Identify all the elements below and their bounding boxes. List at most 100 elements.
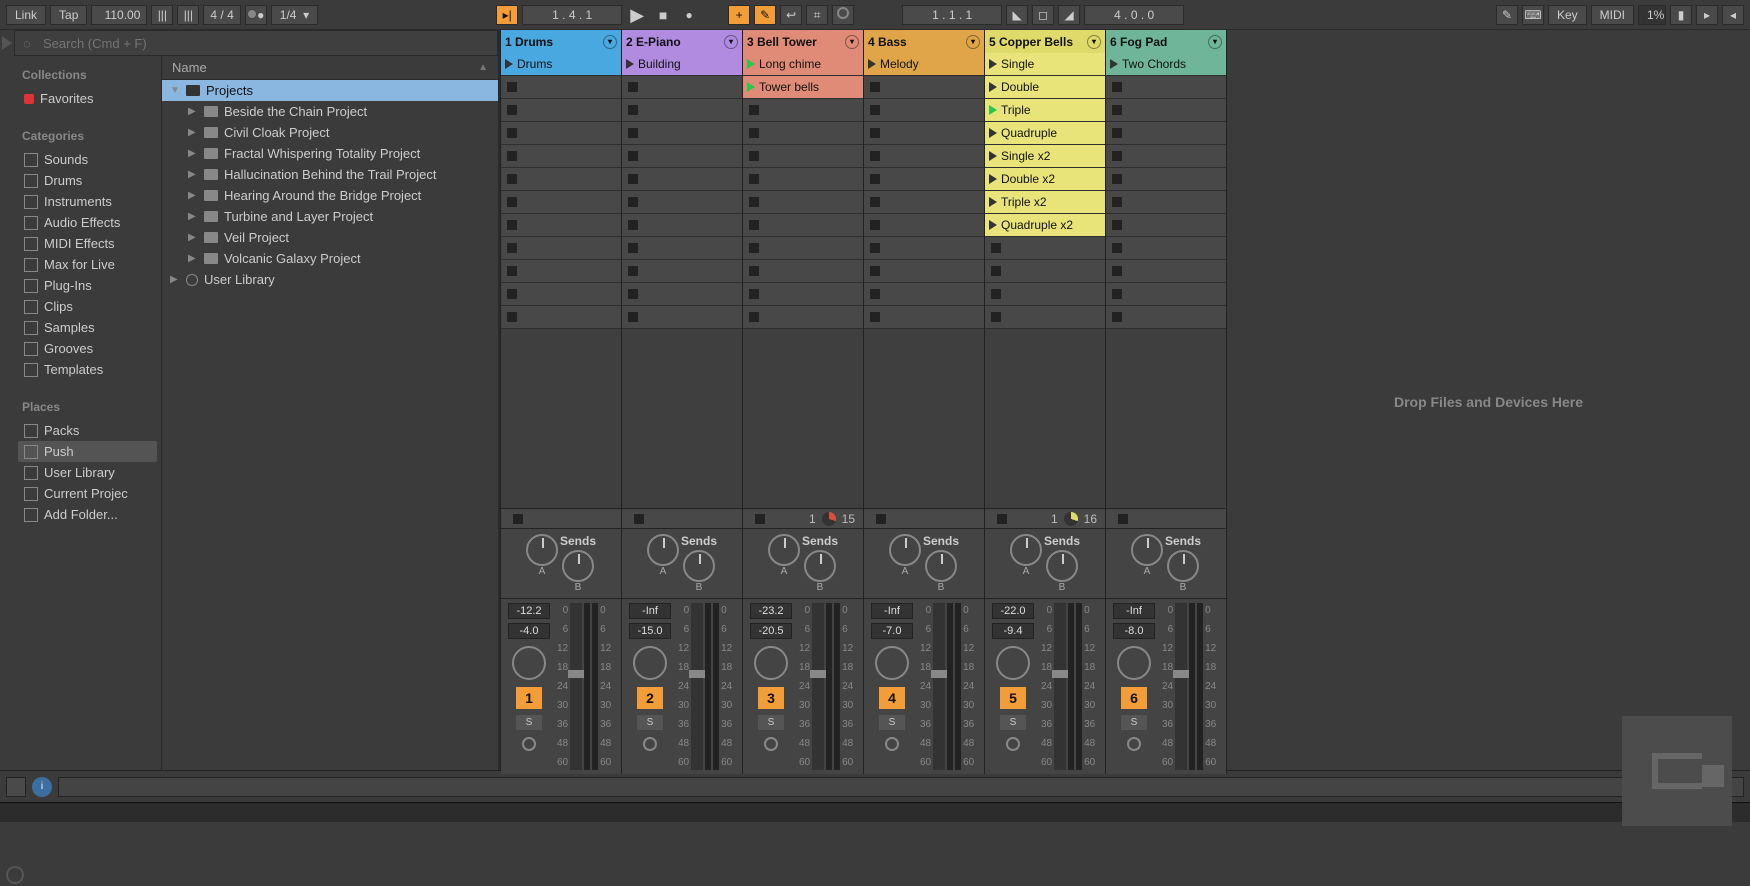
slot-stop-button[interactable] <box>1112 289 1122 299</box>
place-push[interactable]: Push <box>18 441 157 462</box>
track-header[interactable]: 3 Bell Tower▾ <box>743 30 864 53</box>
slot-stop-button[interactable] <box>507 197 517 207</box>
empty-clip-slot[interactable] <box>864 214 984 237</box>
arrangement-position[interactable]: 1 . 4 . 1 <box>522 5 622 25</box>
clip-play-button[interactable] <box>989 174 997 184</box>
volume-value[interactable]: -8.0 <box>1113 623 1155 639</box>
show-hide-browser-button[interactable] <box>6 777 26 797</box>
slot-stop-button[interactable] <box>749 151 759 161</box>
slot-stop-button[interactable] <box>749 312 759 322</box>
place-add-folder-[interactable]: Add Folder... <box>18 504 157 525</box>
empty-clip-slot[interactable] <box>501 283 621 306</box>
clip[interactable]: Drums <box>501 53 621 76</box>
track-menu-button[interactable]: ▾ <box>1208 35 1222 49</box>
pan-knob[interactable] <box>633 646 667 680</box>
empty-clip-slot[interactable] <box>622 145 742 168</box>
category-midi-effects[interactable]: MIDI Effects <box>18 233 157 254</box>
empty-clip-slot[interactable] <box>501 191 621 214</box>
track-activator-button[interactable]: 1 <box>516 687 542 709</box>
track-header[interactable]: 1 Drums▾ <box>501 30 622 53</box>
play-button[interactable]: ▶ <box>626 5 648 25</box>
send-b-knob[interactable] <box>925 550 957 582</box>
slot-stop-button[interactable] <box>628 105 638 115</box>
empty-clip-slot[interactable] <box>1106 260 1226 283</box>
project-folder[interactable]: ▶Beside the Chain Project <box>162 101 498 122</box>
punch-out-button[interactable]: ◢ <box>1058 5 1080 25</box>
clip[interactable]: Tower bells <box>743 76 863 99</box>
clip[interactable]: Quadruple <box>985 122 1105 145</box>
slot-stop-button[interactable] <box>507 289 517 299</box>
slot-stop-button[interactable] <box>1112 312 1122 322</box>
solo-button[interactable]: S <box>879 715 905 730</box>
clip-play-button[interactable] <box>989 197 997 207</box>
slot-stop-button[interactable] <box>1112 266 1122 276</box>
volume-value[interactable]: -15.0 <box>629 623 671 639</box>
place-current-projec[interactable]: Current Projec <box>18 483 157 504</box>
track-header[interactable]: 5 Copper Bells▾ <box>985 30 1106 53</box>
follow-button[interactable]: ▸| <box>496 5 518 25</box>
send-a-knob[interactable] <box>647 534 679 566</box>
empty-clip-slot[interactable] <box>622 191 742 214</box>
empty-clip-slot[interactable] <box>864 122 984 145</box>
empty-clip-slot[interactable] <box>985 283 1105 306</box>
arm-button[interactable] <box>764 737 778 751</box>
empty-clip-slot[interactable] <box>743 260 863 283</box>
track-header[interactable]: 2 E-Piano▾ <box>622 30 743 53</box>
empty-clip-slot[interactable] <box>864 306 984 329</box>
empty-clip-slot[interactable] <box>864 168 984 191</box>
empty-clip-slot[interactable] <box>622 99 742 122</box>
project-folder[interactable]: ▶Hearing Around the Bridge Project <box>162 185 498 206</box>
volume-fader[interactable] <box>812 603 824 770</box>
category-sounds[interactable]: Sounds <box>18 149 157 170</box>
solo-button[interactable]: S <box>758 715 784 730</box>
detail-view-handle[interactable] <box>0 802 1750 822</box>
clip-play-button[interactable] <box>747 59 755 69</box>
clip-play-button[interactable] <box>989 220 997 230</box>
slot-stop-button[interactable] <box>870 105 880 115</box>
empty-clip-slot[interactable] <box>501 168 621 191</box>
empty-clip-slot[interactable] <box>1106 122 1226 145</box>
empty-clip-slot[interactable] <box>864 99 984 122</box>
name-column-header[interactable]: Name <box>172 60 207 75</box>
empty-clip-slot[interactable] <box>1106 99 1226 122</box>
send-b-knob[interactable] <box>804 550 836 582</box>
send-a-knob[interactable] <box>526 534 558 566</box>
slot-stop-button[interactable] <box>628 243 638 253</box>
solo-button[interactable]: S <box>516 715 542 730</box>
clip[interactable]: Two Chords <box>1106 53 1226 76</box>
volume-fader[interactable] <box>1054 603 1066 770</box>
arm-button[interactable] <box>885 737 899 751</box>
clip[interactable]: Triple <box>985 99 1105 122</box>
empty-clip-slot[interactable] <box>1106 145 1226 168</box>
clip[interactable]: Triple x2 <box>985 191 1105 214</box>
volume-value[interactable]: -4.0 <box>508 623 550 639</box>
clip[interactable]: Long chime <box>743 53 863 76</box>
slot-stop-button[interactable] <box>749 266 759 276</box>
send-a-knob[interactable] <box>1131 534 1163 566</box>
empty-clip-slot[interactable] <box>622 122 742 145</box>
project-folder[interactable]: ▶Fractal Whispering Totality Project <box>162 143 498 164</box>
project-folder[interactable]: ▶Turbine and Layer Project <box>162 206 498 227</box>
midi-map-button[interactable]: MIDI <box>1591 5 1634 25</box>
category-templates[interactable]: Templates <box>18 359 157 380</box>
solo-button[interactable]: S <box>1000 715 1026 730</box>
empty-clip-slot[interactable] <box>622 76 742 99</box>
clip-play-button[interactable] <box>747 82 755 92</box>
overdub-button[interactable]: + <box>728 5 750 25</box>
reenable-automation-button[interactable]: ↩ <box>780 5 802 25</box>
slot-stop-button[interactable] <box>870 197 880 207</box>
project-folder[interactable]: ▶Hallucination Behind the Trail Project <box>162 164 498 185</box>
empty-clip-slot[interactable] <box>743 237 863 260</box>
slot-stop-button[interactable] <box>507 105 517 115</box>
slot-stop-button[interactable] <box>507 174 517 184</box>
track-stop-button[interactable] <box>755 514 765 524</box>
slot-stop-button[interactable] <box>749 243 759 253</box>
session-record-button[interactable] <box>832 5 854 25</box>
track-stop-button[interactable] <box>1118 514 1128 524</box>
category-clips[interactable]: Clips <box>18 296 157 317</box>
view-toggle-icon[interactable] <box>6 866 24 884</box>
pan-knob[interactable] <box>1117 646 1151 680</box>
empty-clip-slot[interactable] <box>985 306 1105 329</box>
solo-button[interactable]: S <box>637 715 663 730</box>
empty-clip-slot[interactable] <box>501 306 621 329</box>
